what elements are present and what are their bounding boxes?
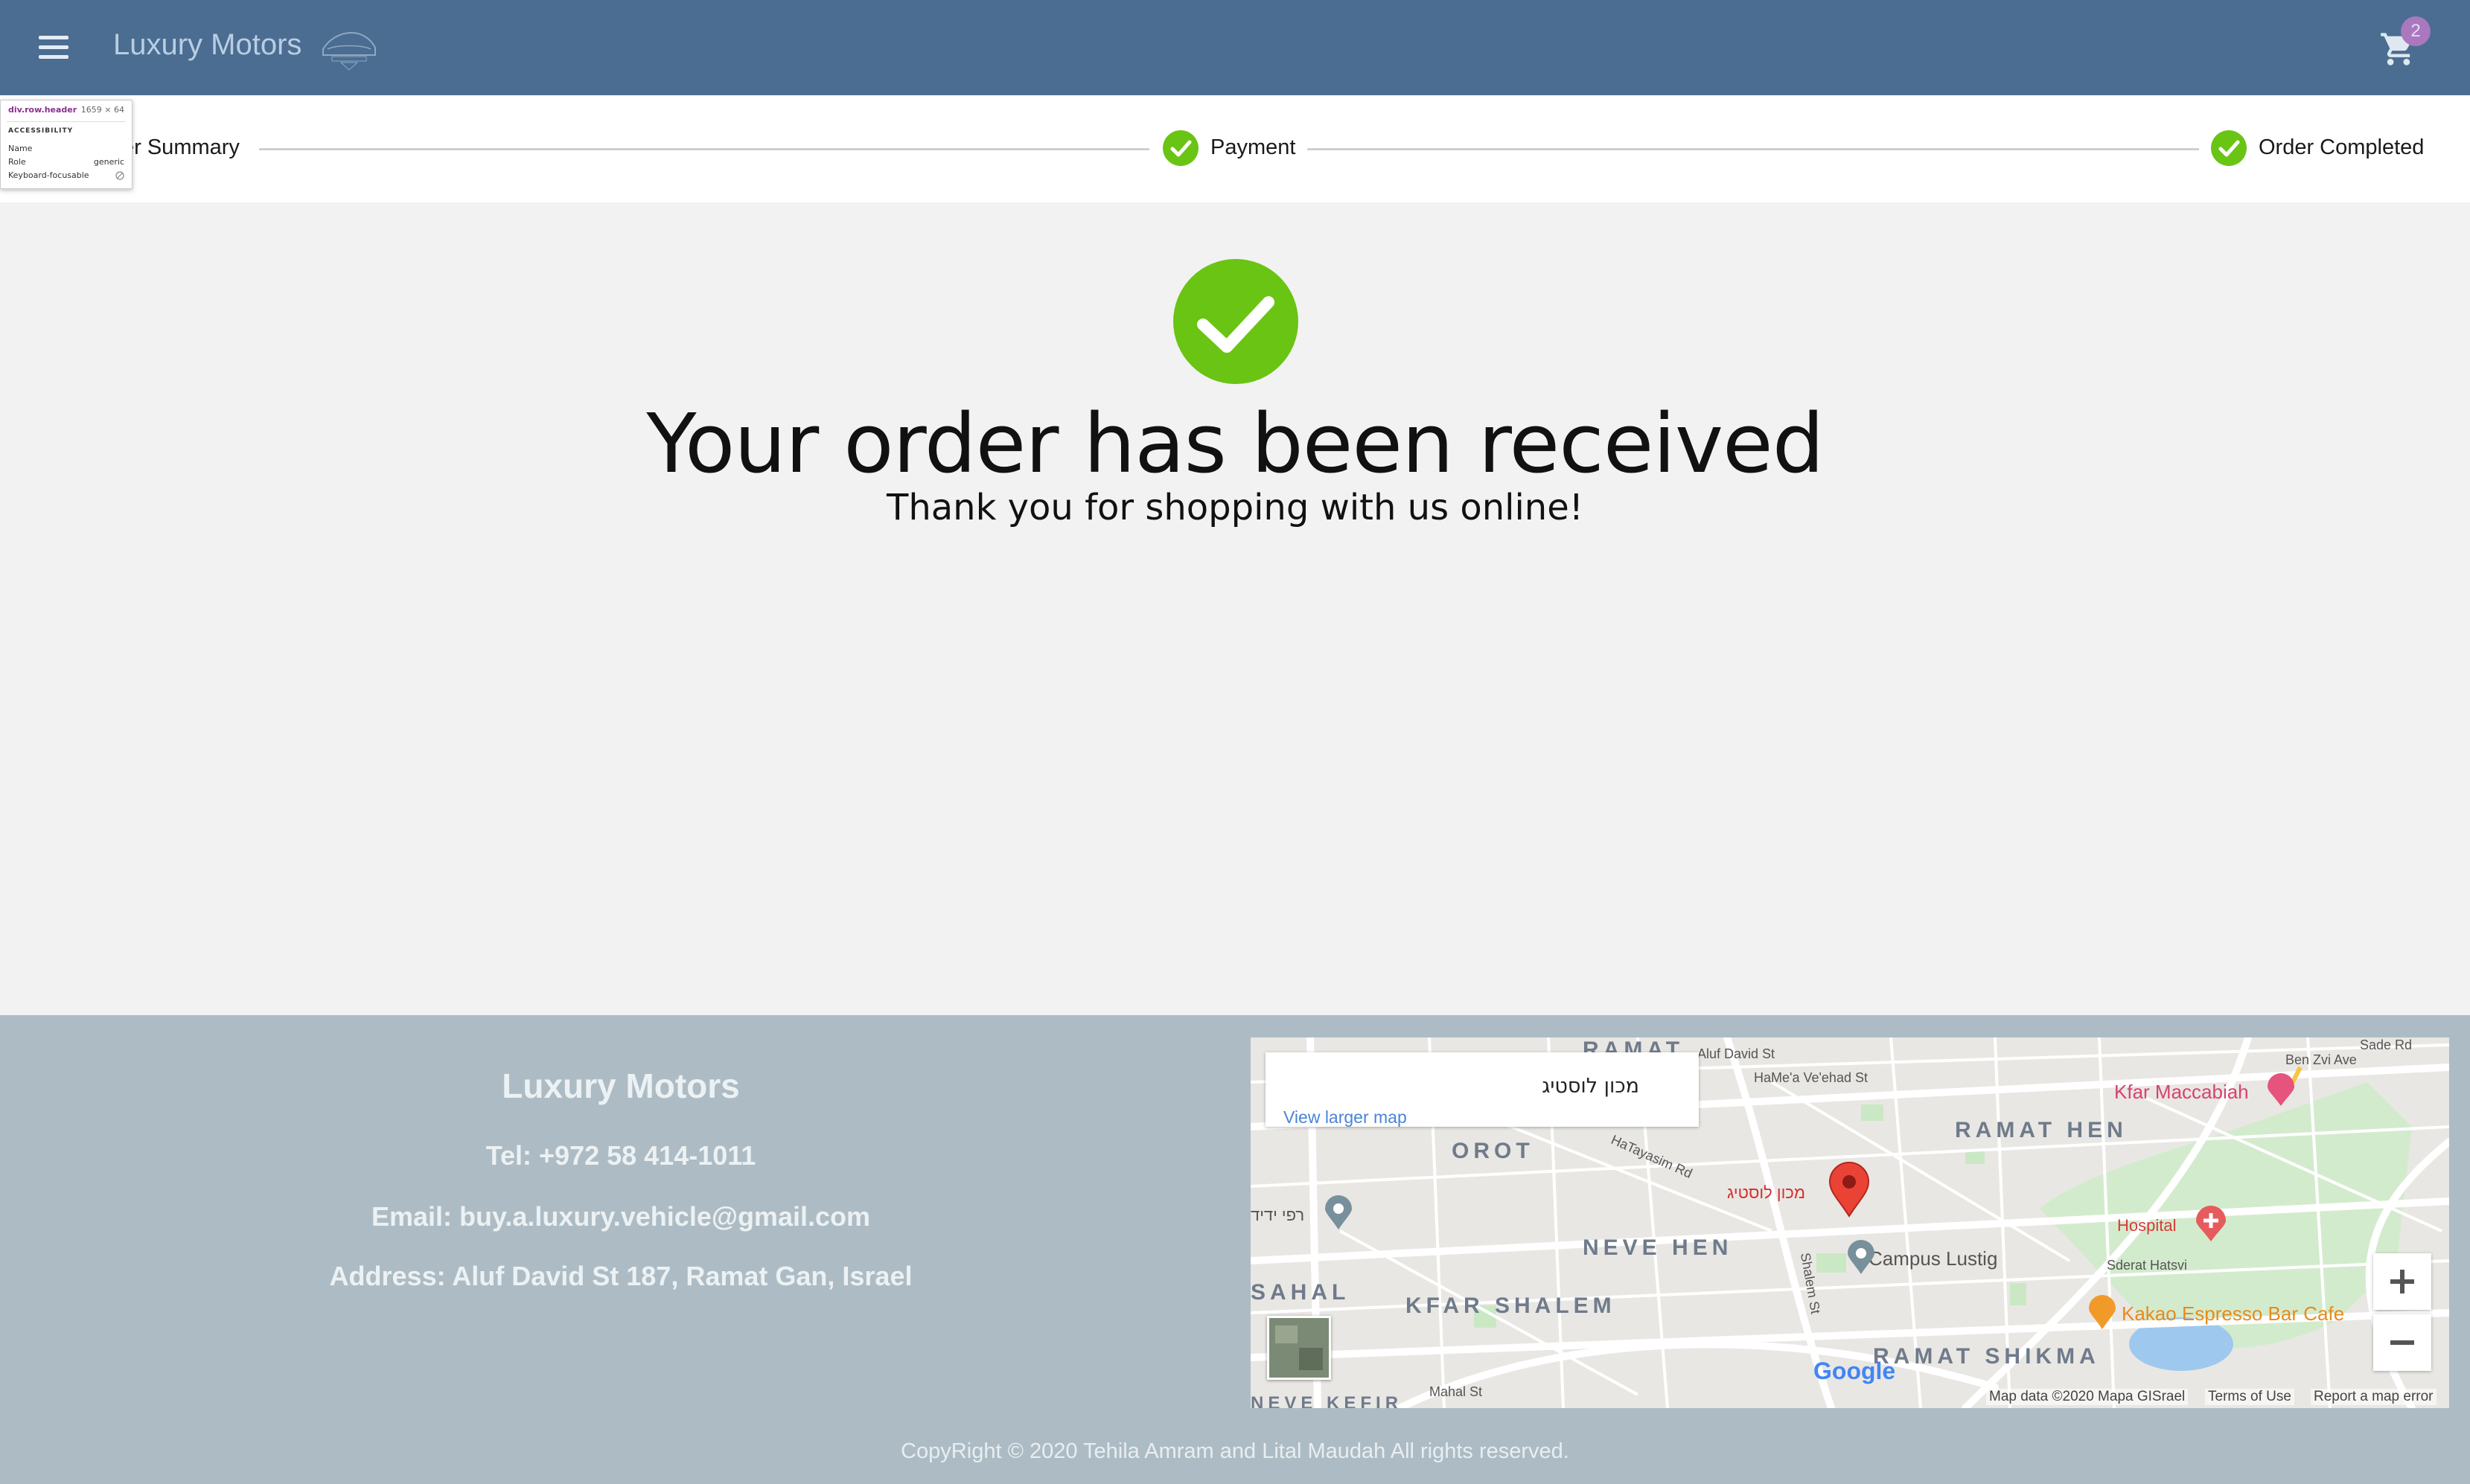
app-bar: Luxury Motors 2 — [0, 0, 2470, 95]
step-payment[interactable]: Payment — [1210, 135, 1295, 160]
map-poi-kfar-maccabiah[interactable]: Kfar Maccabiah — [2114, 1081, 2249, 1104]
view-larger-map-link[interactable]: View larger map — [1283, 1107, 1407, 1128]
google-logo: Google — [1813, 1357, 1896, 1384]
embedded-google-map[interactable]: RAMAT OROT NEVE HEN KFAR SHALEM RAMAT HE… — [1251, 1037, 2449, 1408]
devtools-inspect-tooltip: div.row.header 1659 × 64 ACCESSIBILITY N… — [0, 100, 133, 189]
step-order-completed[interactable]: Order Completed — [2259, 135, 2424, 160]
map-info-card: מכון לוסטיג View larger map — [1266, 1052, 1699, 1127]
check-circle-icon — [1163, 130, 1199, 166]
tooltip-row-role: Role generic — [8, 157, 124, 167]
map-street-label: Mahal St — [1429, 1384, 1483, 1399]
map-area-neve-kefir: NEVE KEFIR — [1251, 1393, 1403, 1408]
map-report-error-link[interactable]: Report a map error — [2311, 1389, 2437, 1405]
tooltip-row-focusable: Keyboard-focusable — [8, 170, 124, 180]
hospital-pin-icon — [2196, 1206, 2226, 1241]
map-poi-cafe[interactable]: Kakao Espresso Bar Cafe — [2122, 1302, 2344, 1325]
red-location-pin-icon[interactable] — [1828, 1161, 1870, 1218]
footer-email: Email: buy.a.luxury.vehicle@gmail.com — [371, 1201, 870, 1232]
step-order-summary[interactable]: er Summary — [122, 135, 240, 160]
checkout-stepper: er Summary Payment Order Completed — [0, 95, 2470, 202]
tooltip-focus-label: Keyboard-focusable — [8, 170, 89, 180]
order-received-subtitle: Thank you for shopping with us online! — [887, 487, 1583, 528]
tooltip-row-name: Name — [8, 144, 124, 153]
map-street-label: Sade Rd — [2360, 1037, 2413, 1052]
step-connector — [259, 148, 1149, 150]
school-pin-icon — [1848, 1240, 1874, 1274]
step-connector — [1307, 148, 2199, 150]
not-allowed-icon — [115, 171, 124, 180]
hotel-pin-icon — [2268, 1073, 2294, 1106]
footer-phone: Tel: +972 58 414-1011 — [485, 1140, 756, 1171]
map-pin-label: מכון לוסטיג — [1727, 1183, 1805, 1202]
tooltip-size: 1659 × 64 — [80, 105, 124, 115]
satellite-thumbnail-icon[interactable] — [1267, 1316, 1331, 1380]
plus-icon[interactable] — [2373, 1253, 2431, 1310]
cafe-pin-icon — [2089, 1295, 2116, 1329]
map-area-neve-hen: NEVE HEN — [1583, 1235, 1733, 1260]
order-received-title: Your order has been received — [646, 396, 1824, 491]
map-area-ramat-shikma: RAMAT SHIKMA — [1873, 1344, 2100, 1369]
map-street-label: Ben Zvi Ave — [2285, 1052, 2357, 1067]
map-place-name: מכון לוסטיג — [1542, 1075, 1639, 1098]
map-street-label: HaMe'a Ve'ehad St — [1754, 1070, 1868, 1085]
tooltip-role-label: Role — [8, 157, 26, 167]
map-area-ramat-hen: RAMAT HEN — [1955, 1118, 2128, 1142]
map-poi-rafi[interactable]: רפי ידיד — [1251, 1206, 1304, 1225]
footer-address: Address: Aluf David St 187, Ramat Gan, I… — [329, 1261, 913, 1291]
tooltip-role-value: generic — [93, 157, 124, 167]
map-area-sahal: SAHAL — [1251, 1280, 1350, 1305]
car-logo-icon — [322, 31, 376, 71]
map-poi-hospital[interactable]: Hospital — [2117, 1216, 2176, 1235]
map-terms-link[interactable]: Terms of Use — [2205, 1389, 2294, 1405]
map-street-label: Aluf David St — [1697, 1046, 1775, 1061]
minus-icon[interactable] — [2373, 1314, 2431, 1371]
order-success-check-icon — [1173, 259, 1298, 384]
footer-company-name: Luxury Motors — [502, 1066, 740, 1105]
map-attribution: Map data ©2020 Mapa GISrael — [1986, 1389, 2189, 1405]
map-street-label: Sderat Hatsvi — [2107, 1258, 2188, 1273]
place-pin-icon — [1325, 1195, 1352, 1229]
tooltip-name-label: Name — [8, 144, 33, 153]
brand-title[interactable]: Luxury Motors — [113, 28, 301, 62]
map-area-orot: OROT — [1452, 1139, 1534, 1163]
check-circle-icon — [2211, 130, 2247, 166]
tooltip-section-title: ACCESSIBILITY — [8, 127, 74, 135]
cart-count-badge: 2 — [2401, 16, 2431, 46]
footer-copyright: CopyRight © 2020 Tehila Amram and Lital … — [901, 1439, 1569, 1463]
map-poi-campus[interactable]: Campus Lustig — [1869, 1247, 1997, 1270]
hamburger-menu-icon[interactable] — [37, 31, 70, 64]
map-area-kfar-shalem: KFAR SHALEM — [1405, 1293, 1616, 1318]
tooltip-selector: div.row.header — [8, 105, 77, 115]
